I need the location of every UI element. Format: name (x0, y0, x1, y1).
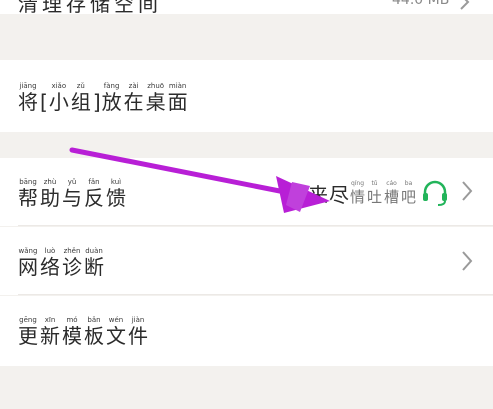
row-0-char: [ (40, 90, 48, 114)
row-0-char: 将 jiāng (18, 82, 38, 113)
row-3-hanzi: 文 (106, 324, 126, 348)
row-0-char: 组 zǔ (71, 82, 91, 113)
update-template-files-row[interactable]: 更 gēng 新 xīn 模 mó 板 bǎn 文 wén 件 jiàn (0, 296, 493, 366)
row-2-char: 断 duàn (84, 247, 104, 278)
hint-1-char: 吧 ba (401, 180, 416, 206)
row-1-char: 助 zhù (40, 178, 60, 209)
row-2-char: 网 wǎng (18, 247, 38, 278)
feedback-hint-label: 来尽情 qíng 吐 tǔ 槽 cáo 吧 ba (308, 180, 418, 206)
row-2-hanzi: 诊 (62, 255, 82, 279)
row-1-hanzi: 助 (40, 186, 60, 210)
hint-1-char: 来 (308, 183, 328, 207)
chevron-right-icon (462, 181, 473, 201)
row-0-char: ] (92, 90, 101, 114)
row-0-hanzi: 放 (101, 90, 122, 114)
row-1-hanzi: 馈 (106, 186, 126, 210)
row-0-hanzi: 桌 (145, 90, 166, 114)
hint-1-pinyin: tǔ (371, 180, 378, 187)
row-3-hanzi: 更 (18, 324, 38, 348)
row-1-char: 馈 kuì (106, 178, 126, 209)
hint-1-pinyin: cáo (386, 180, 397, 187)
row-0-hanzi: 组 (70, 90, 91, 114)
row-1-hanzi: 帮 (18, 186, 38, 210)
row-divider (18, 294, 493, 295)
row-0-char: 面 miàn (168, 82, 188, 113)
row-2-hanzi: 络 (40, 255, 60, 279)
row-0-hanzi: 在 (123, 90, 144, 114)
row-2-char: 络 luò (40, 247, 60, 278)
network-diagnosis-row[interactable]: 网 wǎng 络 luò 诊 zhěn 断 duàn (0, 227, 493, 295)
row-0-hanzi: 将 (18, 90, 38, 114)
row-1-char: 与 yǔ (62, 178, 82, 209)
row-3-char: 更 gēng (18, 316, 38, 347)
row-0-char: 小 xiǎo (49, 82, 69, 113)
help-feedback-row[interactable]: 帮 bāng 助 zhù 与 yǔ 反 fǎn 馈 kuì 来尽情 qíng 吐 tǔ 槽 cáo 吧 ba (0, 158, 493, 226)
row-1-char: 反 fǎn (84, 178, 104, 209)
chevron-right-icon (460, 0, 470, 10)
row-3-char: 件 jiàn (128, 316, 148, 347)
row-3-hanzi: 新 (40, 324, 60, 348)
hint-1-char: 吐 tǔ (367, 180, 382, 206)
chevron-right-icon (462, 251, 473, 271)
hint-1-char: 情 qíng (350, 180, 365, 206)
hint-1-hanzi: 吧 (401, 188, 417, 206)
storage-value: 44.0 MB (392, 0, 450, 8)
storage-label: 清理存储空间 (18, 0, 162, 14)
row-0-hanzi: 小 (48, 90, 69, 114)
hint-1-hanzi: 吐 (367, 188, 383, 206)
network-diagnosis-label: 网 wǎng 络 luò 诊 zhěn 断 duàn (18, 247, 106, 278)
row-divider (18, 225, 493, 226)
row-1-hanzi: 反 (84, 186, 104, 210)
row-3-hanzi: 模 (62, 324, 82, 348)
row-0-char: 在 zài (124, 82, 144, 113)
row-3-hanzi: 板 (84, 324, 104, 348)
headset-icon (423, 180, 447, 206)
row-0-char: 放 fàng (102, 82, 122, 113)
row-3-char: 文 wén (106, 316, 126, 347)
row-3-char: 新 xīn (40, 316, 60, 347)
row-3-hanzi: 件 (128, 324, 148, 348)
row-0-hanzi: 面 (167, 90, 188, 114)
row-1-char: 帮 bāng (18, 178, 38, 209)
hint-1-hanzi: 槽 (384, 188, 400, 206)
row-1-hanzi: 与 (62, 186, 82, 210)
update-template-label: 更 gēng 新 xīn 模 mó 板 bǎn 文 wén 件 jiàn (18, 316, 150, 347)
add-widget-to-desktop-row[interactable]: 将 jiāng[小 xiǎo 组 zǔ] 放 fàng 在 zài 桌 zhuō 面 miàn (0, 60, 493, 132)
hint-1-hanzi: 情 (350, 188, 366, 206)
row-2-hanzi: 断 (84, 255, 104, 279)
storage-row[interactable]: 清理存储空间 44.0 MB (0, 0, 493, 14)
hint-1-pinyin: qíng (350, 180, 365, 187)
hint-1-char: 尽 (329, 183, 349, 207)
row-0-char: 桌 zhuō (146, 82, 166, 113)
add-widget-label: 将 jiāng[小 xiǎo 组 zǔ] 放 fàng 在 zài 桌 zhuō 面 miàn (18, 82, 190, 113)
help-feedback-label: 帮 bāng 助 zhù 与 yǔ 反 fǎn 馈 kuì (18, 178, 128, 209)
row-2-hanzi: 网 (18, 255, 38, 279)
row-2-char: 诊 zhěn (62, 247, 82, 278)
hint-1-pinyin: ba (404, 180, 413, 187)
hint-1-char: 槽 cáo (384, 180, 399, 206)
row-3-char: 模 mó (62, 316, 82, 347)
row-3-char: 板 bǎn (84, 316, 104, 347)
